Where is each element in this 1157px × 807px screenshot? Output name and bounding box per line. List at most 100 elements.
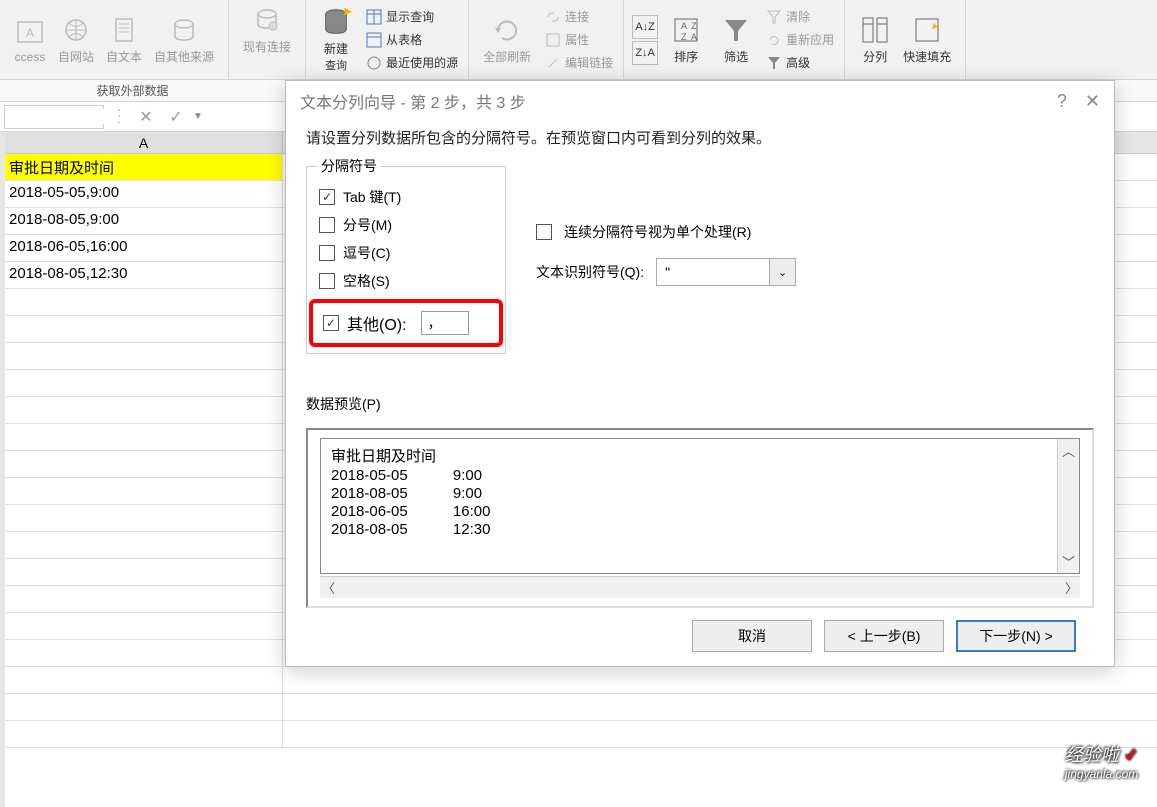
close-button[interactable]: ✕ — [1085, 91, 1100, 112]
cell-a18[interactable] — [5, 613, 283, 639]
dialog-title-bar[interactable]: 文本分列向导 - 第 2 步，共 3 步 ? ✕ — [286, 81, 1114, 121]
cell-a17[interactable] — [5, 586, 283, 612]
cell-a22[interactable] — [5, 721, 283, 747]
next-button[interactable]: 下一步(N) > — [956, 620, 1076, 652]
properties-icon — [545, 32, 561, 48]
new-query-icon — [320, 6, 352, 38]
existing-connections-button[interactable]: 现有连接 — [237, 2, 297, 57]
cell-a19[interactable] — [5, 640, 283, 666]
cell-a13[interactable] — [5, 478, 283, 504]
scroll-right-icon[interactable]: 〉 — [1065, 578, 1078, 597]
other-delimiter-input[interactable] — [421, 311, 469, 335]
consecutive-checkbox[interactable] — [536, 224, 552, 240]
cell-a6[interactable] — [5, 289, 283, 315]
space-checkbox-row[interactable]: 空格(S) — [319, 271, 493, 291]
svg-text:Z: Z — [681, 32, 687, 42]
clear-icon — [766, 9, 782, 25]
refresh-icon — [491, 14, 523, 46]
cell-a20[interactable] — [5, 667, 283, 693]
accept-formula-button[interactable]: ✓ — [164, 105, 188, 129]
sort-asc-icon: A↓Z — [635, 21, 655, 33]
text-qualifier-combo[interactable]: " ⌄ — [656, 258, 796, 286]
from-web-button[interactable]: 自网站 — [52, 12, 100, 67]
cell-a4[interactable]: 2018-06-05,16:00 — [5, 235, 283, 261]
cell-a2[interactable]: 2018-05-05,9:00 — [5, 181, 283, 207]
cancel-formula-button[interactable]: ✕ — [134, 105, 158, 129]
reapply-button[interactable]: 重新应用 — [764, 29, 836, 50]
other-delimiter-highlight: ✓ 其他(O): — [309, 299, 503, 347]
cell-a14[interactable] — [5, 505, 283, 531]
scroll-up-icon[interactable]: ︿ — [1062, 441, 1075, 460]
cell-a12[interactable] — [5, 451, 283, 477]
delimiter-group-label: 分隔符号 — [317, 156, 381, 176]
advanced-filter-button[interactable]: 高级 — [764, 52, 836, 73]
scroll-left-icon[interactable]: 〈 — [322, 578, 335, 597]
sort-desc-button[interactable]: Z↓A — [632, 41, 658, 65]
clear-filter-button[interactable]: 清除 — [764, 6, 836, 27]
watermark: 经验啦 ✓ jingyanla.com — [1065, 741, 1139, 781]
cell-a11[interactable] — [5, 424, 283, 450]
tab-checkbox-row[interactable]: ✓ Tab 键(T) — [319, 187, 493, 207]
cell-a5[interactable]: 2018-08-05,12:30 — [5, 262, 283, 288]
refresh-all-button[interactable]: 全部刷新 — [477, 12, 537, 67]
other-sources-icon — [168, 14, 200, 46]
filter-button[interactable]: 筛选 — [714, 12, 758, 67]
back-button[interactable]: < 上一步(B) — [824, 620, 944, 652]
preview-vertical-scrollbar[interactable]: ︿ ﹀ — [1057, 439, 1079, 573]
semicolon-checkbox[interactable] — [319, 217, 335, 233]
recent-sources-button[interactable]: 最近使用的源 — [364, 52, 460, 73]
preview-label: 数据预览(P) — [306, 394, 1094, 414]
name-box-dropdown-icon[interactable]: ▼ — [189, 111, 207, 122]
close-icon: ✕ — [1085, 91, 1100, 111]
from-table-button[interactable]: 从表格 — [364, 29, 460, 50]
show-query-button[interactable]: 显示查询 — [364, 6, 460, 27]
from-access-button[interactable]: A ccess — [8, 14, 52, 66]
sort-asc-button[interactable]: A↓Z — [632, 15, 658, 39]
preview-horizontal-scrollbar[interactable]: 〈 〉 — [320, 576, 1080, 598]
edit-links-button[interactable]: 编辑链接 — [543, 52, 615, 73]
cell-a3[interactable]: 2018-08-05,9:00 — [5, 208, 283, 234]
from-other-button[interactable]: 自其他来源 — [148, 12, 220, 67]
svg-text:Z: Z — [691, 21, 697, 31]
tab-checkbox[interactable]: ✓ — [319, 189, 335, 205]
cell-a7[interactable] — [5, 316, 283, 342]
other-checkbox[interactable]: ✓ — [323, 315, 339, 331]
sort-button[interactable]: AZZA 排序 — [664, 12, 708, 67]
flash-fill-button[interactable]: 快速填充 — [897, 12, 957, 67]
web-icon — [60, 14, 92, 46]
cell-a8[interactable] — [5, 343, 283, 369]
space-checkbox[interactable] — [319, 273, 335, 289]
comma-checkbox[interactable] — [319, 245, 335, 261]
cell-a21[interactable] — [5, 694, 283, 720]
cell-a9[interactable] — [5, 370, 283, 396]
text-to-columns-button[interactable]: 分列 — [853, 12, 897, 67]
consecutive-checkbox-row[interactable]: 连续分隔符号视为单个处理(R) — [536, 222, 1094, 242]
connections-button[interactable]: 连接 — [543, 6, 615, 27]
text-to-columns-icon — [859, 14, 891, 46]
cell-a15[interactable] — [5, 532, 283, 558]
column-header-a[interactable]: A — [5, 132, 283, 153]
cell-a16[interactable] — [5, 559, 283, 585]
cancel-button[interactable]: 取消 — [692, 620, 812, 652]
new-query-button[interactable]: 新建 查询 — [314, 4, 358, 75]
table-icon — [366, 9, 382, 25]
properties-button[interactable]: 属性 — [543, 29, 615, 50]
help-button[interactable]: ? — [1057, 91, 1067, 112]
name-box-input[interactable] — [5, 109, 189, 124]
from-text-button[interactable]: 自文本 — [100, 12, 148, 67]
name-box[interactable]: ▼ — [4, 105, 104, 129]
access-icon: A — [14, 16, 46, 48]
svg-text:A: A — [26, 26, 34, 40]
combo-dropdown-button[interactable]: ⌄ — [769, 259, 795, 285]
sort-icon: AZZA — [670, 14, 702, 46]
dialog-instruction: 请设置分列数据所包含的分隔符号。在预览窗口内可看到分列的效果。 — [306, 127, 1094, 148]
from-table-icon — [366, 32, 382, 48]
delimiter-fieldset: 分隔符号 ✓ Tab 键(T) 分号(M) 逗号(C) 空格(S) — [306, 166, 506, 354]
scroll-down-icon[interactable]: ﹀ — [1062, 552, 1075, 571]
semicolon-checkbox-row[interactable]: 分号(M) — [319, 215, 493, 235]
cell-a1[interactable]: 审批日期及时间 — [5, 154, 283, 180]
comma-checkbox-row[interactable]: 逗号(C) — [319, 243, 493, 263]
cell-a10[interactable] — [5, 397, 283, 423]
preview-box: 审批日期及时间 2018-05-05 9:00 2018-08-05 9:00 … — [306, 428, 1094, 608]
flash-fill-icon — [911, 14, 943, 46]
